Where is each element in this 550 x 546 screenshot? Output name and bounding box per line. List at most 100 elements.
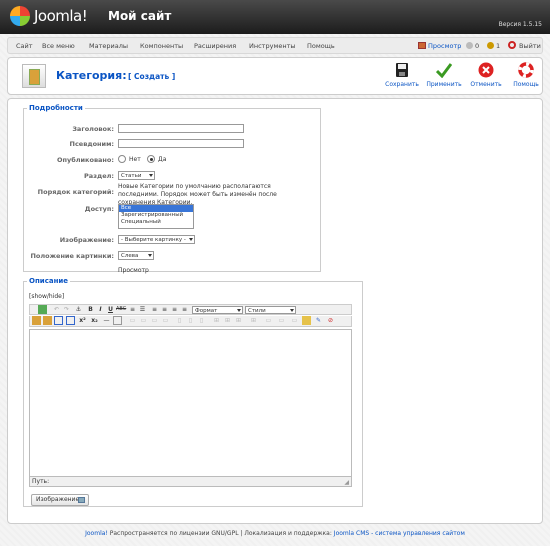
insert-column-icon[interactable]: ▯: [175, 316, 184, 325]
category-icon: [22, 64, 46, 88]
menu-item-help[interactable]: Помощь: [307, 42, 335, 50]
delete-column-icon[interactable]: ▯: [186, 316, 195, 325]
html-source-icon[interactable]: ✎: [314, 316, 323, 325]
resize-handle-icon[interactable]: ◢: [344, 479, 349, 486]
users-count: 1: [496, 42, 501, 50]
preview-icon[interactable]: [418, 42, 426, 49]
alias-input[interactable]: [118, 139, 244, 148]
menu-item-extensions[interactable]: Расширения: [194, 42, 236, 50]
subscript-icon[interactable]: x₂: [90, 316, 99, 325]
image-select-value: - Выберите картинку -: [121, 237, 186, 243]
logout-icon[interactable]: [508, 41, 516, 49]
delete-row-icon[interactable]: ▭: [139, 316, 148, 325]
footer-support-link[interactable]: Joomla CMS - система управления сайтом: [334, 530, 465, 537]
horizontal-rule-icon[interactable]: —: [102, 316, 111, 325]
title-input[interactable]: [118, 124, 244, 133]
image-insert-icon[interactable]: [66, 316, 75, 325]
paste-icon[interactable]: [32, 316, 41, 325]
image-position-label: Положение картинки:: [30, 252, 114, 260]
access-option-special[interactable]: Специальный: [119, 219, 193, 226]
users-icon: [487, 42, 494, 49]
preview-link[interactable]: Просмотр: [428, 42, 461, 50]
section-select[interactable]: Статьи: [118, 171, 155, 180]
link-icon[interactable]: ⊞: [234, 316, 243, 325]
format-select-value: Формат: [195, 308, 218, 314]
unordered-list-icon[interactable]: ☰: [138, 305, 147, 314]
insert-row-icon[interactable]: ▭: [128, 316, 137, 325]
apply-button[interactable]: Применить: [424, 62, 464, 92]
bold-icon[interactable]: B: [86, 305, 95, 314]
access-option-registered[interactable]: Зарегистрированный: [119, 212, 193, 219]
access-label: Доступ:: [84, 205, 114, 213]
image-select[interactable]: - Выберите картинку -: [118, 235, 195, 244]
remove-format-icon[interactable]: ⊘: [326, 316, 335, 325]
search-replace-icon[interactable]: [302, 316, 311, 325]
editor-path-label: Путь:: [32, 478, 50, 485]
row-props-icon[interactable]: ⊞: [212, 316, 221, 325]
unlink-icon[interactable]: ⊞: [249, 316, 258, 325]
ordered-list-icon[interactable]: ≡: [128, 305, 137, 314]
section-select-value: Статьи: [121, 173, 142, 179]
details-legend: Подробности: [29, 104, 83, 112]
save-icon: [396, 63, 408, 77]
published-no-label: Нет: [129, 156, 141, 163]
help-button[interactable]: Помощь: [506, 62, 546, 92]
joomla-logo-text: Joomla!: [34, 7, 88, 25]
access-option-all[interactable]: Все: [119, 205, 193, 212]
chevron-down-icon: [189, 238, 193, 241]
editor-content-area[interactable]: [29, 329, 352, 477]
save-button[interactable]: Сохранить: [382, 62, 422, 92]
strikethrough-icon[interactable]: ABC: [116, 305, 126, 314]
menu-item-components[interactable]: Компоненты: [140, 42, 183, 50]
anchor-icon[interactable]: ⚓: [74, 305, 83, 314]
visual-aid-icon[interactable]: ▭: [290, 316, 299, 325]
edit-icon[interactable]: [113, 316, 122, 325]
menu-item-all-menus[interactable]: Все меню: [42, 42, 75, 50]
undo-icon[interactable]: ↶: [52, 305, 61, 314]
underline-icon[interactable]: U: [106, 305, 115, 314]
image-position-value: Слева: [121, 253, 139, 259]
cancel-button-label: Отменить: [470, 81, 502, 88]
editor-toolbar-row-1: ↶ ↷ ⚓ B I U ABC ≡ ☰ ≡ ≡ ≡ ≡ Формат Стили: [29, 304, 352, 315]
table-props-icon[interactable]: ⊞: [223, 316, 232, 325]
align-justify-icon[interactable]: ≡: [180, 305, 189, 314]
merge-cells-icon[interactable]: ▭: [150, 316, 159, 325]
styles-select[interactable]: Стили: [245, 306, 296, 314]
new-document-icon[interactable]: [38, 305, 47, 314]
show-hide-toggle[interactable]: [show/hide]: [29, 293, 64, 300]
cancel-button[interactable]: Отменить: [466, 62, 506, 92]
superscript-icon[interactable]: x²: [78, 316, 87, 325]
apply-button-label: Применить: [426, 81, 462, 88]
image-position-select[interactable]: Слева: [118, 251, 154, 260]
footer: Joomla! Распространяется по лицензии GNU…: [0, 530, 550, 537]
help-lifebuoy-icon: [518, 62, 534, 78]
format-select[interactable]: Формат: [192, 306, 243, 314]
cell-props-icon[interactable]: ▯: [197, 316, 206, 325]
split-cells-icon[interactable]: ▭: [161, 316, 170, 325]
footer-joomla-link[interactable]: Joomla!: [85, 530, 108, 537]
logout-link[interactable]: Выйти: [519, 42, 541, 50]
align-left-icon[interactable]: ≡: [150, 305, 159, 314]
italic-icon[interactable]: I: [96, 305, 105, 314]
cleanup-icon[interactable]: ▭: [277, 316, 286, 325]
paste-text-icon[interactable]: [43, 316, 52, 325]
description-fieldset: Описание [show/hide] ↶ ↷ ⚓ B I U ABC ≡ ☰…: [23, 277, 363, 507]
redo-icon[interactable]: ↷: [62, 305, 71, 314]
access-listbox[interactable]: Все Зарегистрированный Специальный: [118, 204, 194, 229]
joomla-logo-icon: [10, 6, 30, 26]
published-no-radio[interactable]: [118, 155, 126, 163]
published-yes-radio[interactable]: [147, 155, 155, 163]
menu-item-tools[interactable]: Инструменты: [249, 42, 296, 50]
menu-item-articles[interactable]: Материалы: [89, 42, 128, 50]
page-subtitle: [ Создать ]: [128, 72, 176, 81]
chevron-down-icon: [290, 309, 294, 312]
table-icon[interactable]: [54, 316, 63, 325]
align-right-icon[interactable]: ≡: [170, 305, 179, 314]
media-icon[interactable]: ▭: [264, 316, 273, 325]
top-header: Joomla! Мой сайт Версия 1.5.15: [0, 0, 550, 34]
messages-count: 0: [475, 42, 480, 50]
menu-item-site[interactable]: Сайт: [16, 42, 33, 50]
align-center-icon[interactable]: ≡: [160, 305, 169, 314]
section-label: Раздел:: [84, 172, 114, 180]
image-button[interactable]: Изображение: [31, 494, 89, 506]
